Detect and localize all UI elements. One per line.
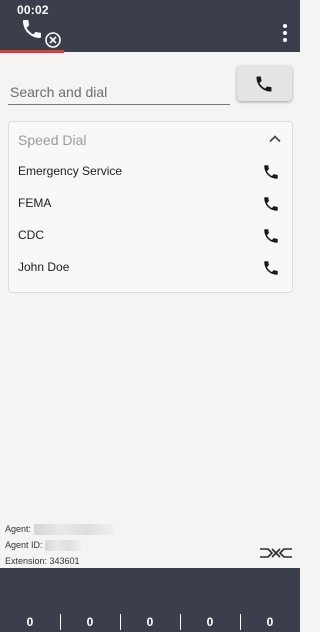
speed-dial-item-label: John Doe	[18, 260, 70, 274]
search-input[interactable]	[8, 80, 232, 104]
speed-dial-title: Speed Dial	[18, 132, 87, 148]
more-vert-icon[interactable]	[282, 24, 288, 44]
speed-dial-item[interactable]: FEMA	[9, 188, 292, 220]
brand-logo	[260, 548, 292, 558]
speed-dial-item[interactable]: CDC	[9, 220, 292, 252]
counter-1[interactable]: 0	[0, 612, 60, 632]
speed-dial-item-label: FEMA	[18, 196, 52, 210]
status-counters: 0 0 0 0 0	[0, 612, 300, 632]
speed-dial-item-label: Emergency Service	[18, 164, 123, 178]
phone-icon[interactable]	[262, 195, 280, 213]
extension-text: Extension: 343601	[5, 556, 80, 566]
agent-id-label: Agent ID:	[5, 540, 43, 550]
speed-dial-header[interactable]: Speed Dial	[9, 122, 292, 158]
phone-icon[interactable]	[262, 259, 280, 277]
speed-dial-item-label: CDC	[18, 228, 44, 242]
chevron-up-icon[interactable]	[268, 132, 282, 146]
speed-dial-panel: Speed Dial Emergency Service FEMA CDC Jo…	[8, 121, 293, 293]
agent-id-row: Agent ID:	[5, 537, 114, 553]
top-bar: 00:02	[0, 0, 300, 53]
active-call-indicator	[0, 50, 64, 53]
counter-3[interactable]: 0	[120, 612, 180, 632]
call-end-icon[interactable]	[44, 31, 62, 49]
search-field[interactable]	[8, 78, 232, 105]
agent-id-redacted	[45, 540, 82, 552]
counter-4[interactable]: 0	[180, 612, 240, 632]
agent-row: Agent:	[5, 521, 114, 537]
extension-row: Extension: 343601	[5, 553, 114, 569]
agent-label: Agent:	[5, 524, 32, 534]
phone-icon[interactable]	[20, 17, 44, 41]
counter-5[interactable]: 0	[240, 612, 300, 632]
agent-name-redacted	[33, 524, 114, 536]
agent-info: Agent: Agent ID: Extension: 343601	[5, 521, 114, 569]
speed-dial-item[interactable]: Emergency Service	[9, 156, 292, 188]
bottom-bar: 0 0 0 0 0	[0, 568, 300, 632]
speed-dial-item[interactable]: John Doe	[9, 252, 292, 284]
phone-icon[interactable]	[262, 163, 280, 181]
phone-icon	[256, 76, 272, 92]
phone-icon[interactable]	[262, 227, 280, 245]
call-timer: 00:02	[17, 3, 49, 17]
counter-2[interactable]: 0	[60, 612, 120, 632]
dial-button[interactable]	[237, 66, 292, 101]
